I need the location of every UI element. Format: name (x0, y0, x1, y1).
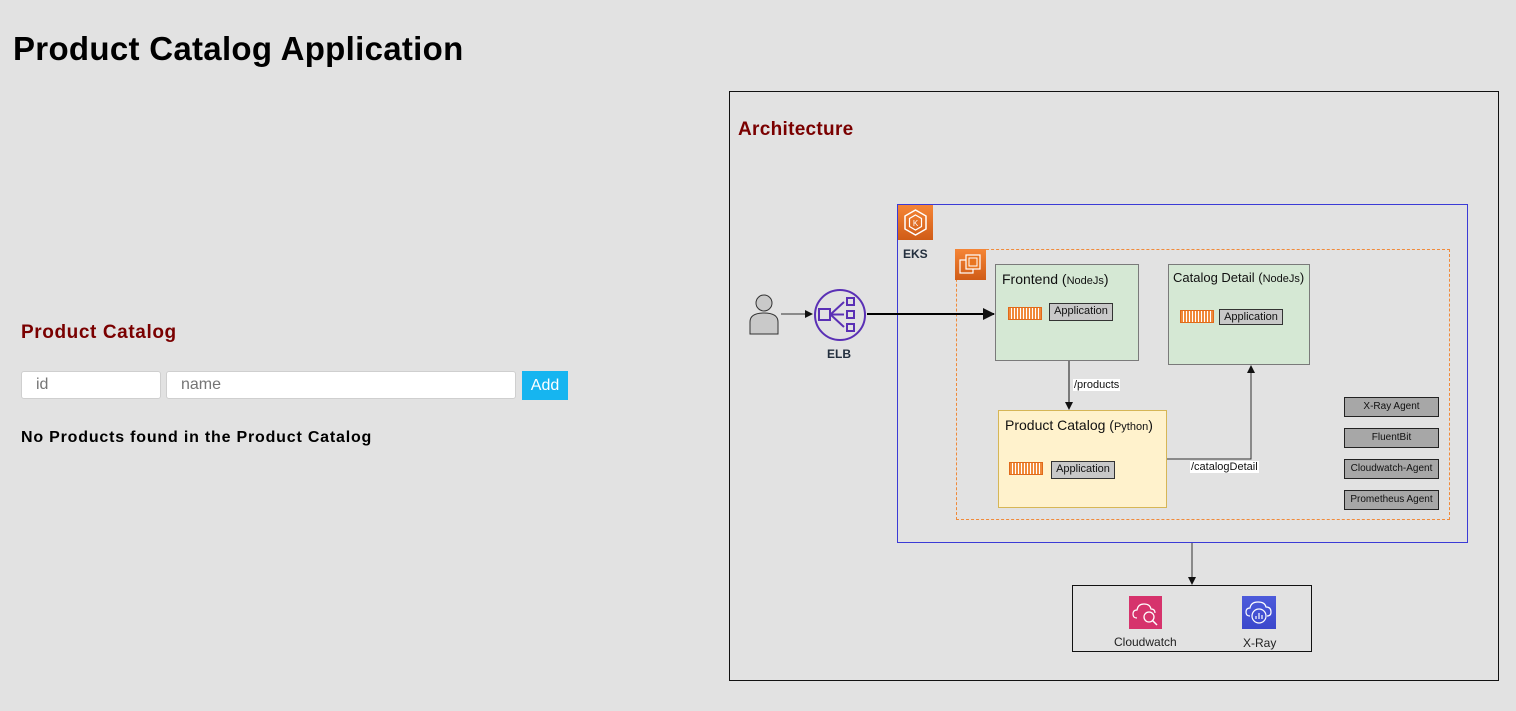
xray-icon (1242, 596, 1276, 629)
cloudwatch-icon (1129, 596, 1162, 629)
xray-label: X-Ray (1243, 636, 1277, 650)
products-route-label: /products (1073, 379, 1121, 391)
catalog-detail-route-label: /catalogDetail (1190, 461, 1259, 473)
cloudwatch-label: Cloudwatch (1114, 635, 1177, 649)
product-catalog-to-catalog-detail-arrow (1167, 365, 1255, 460)
